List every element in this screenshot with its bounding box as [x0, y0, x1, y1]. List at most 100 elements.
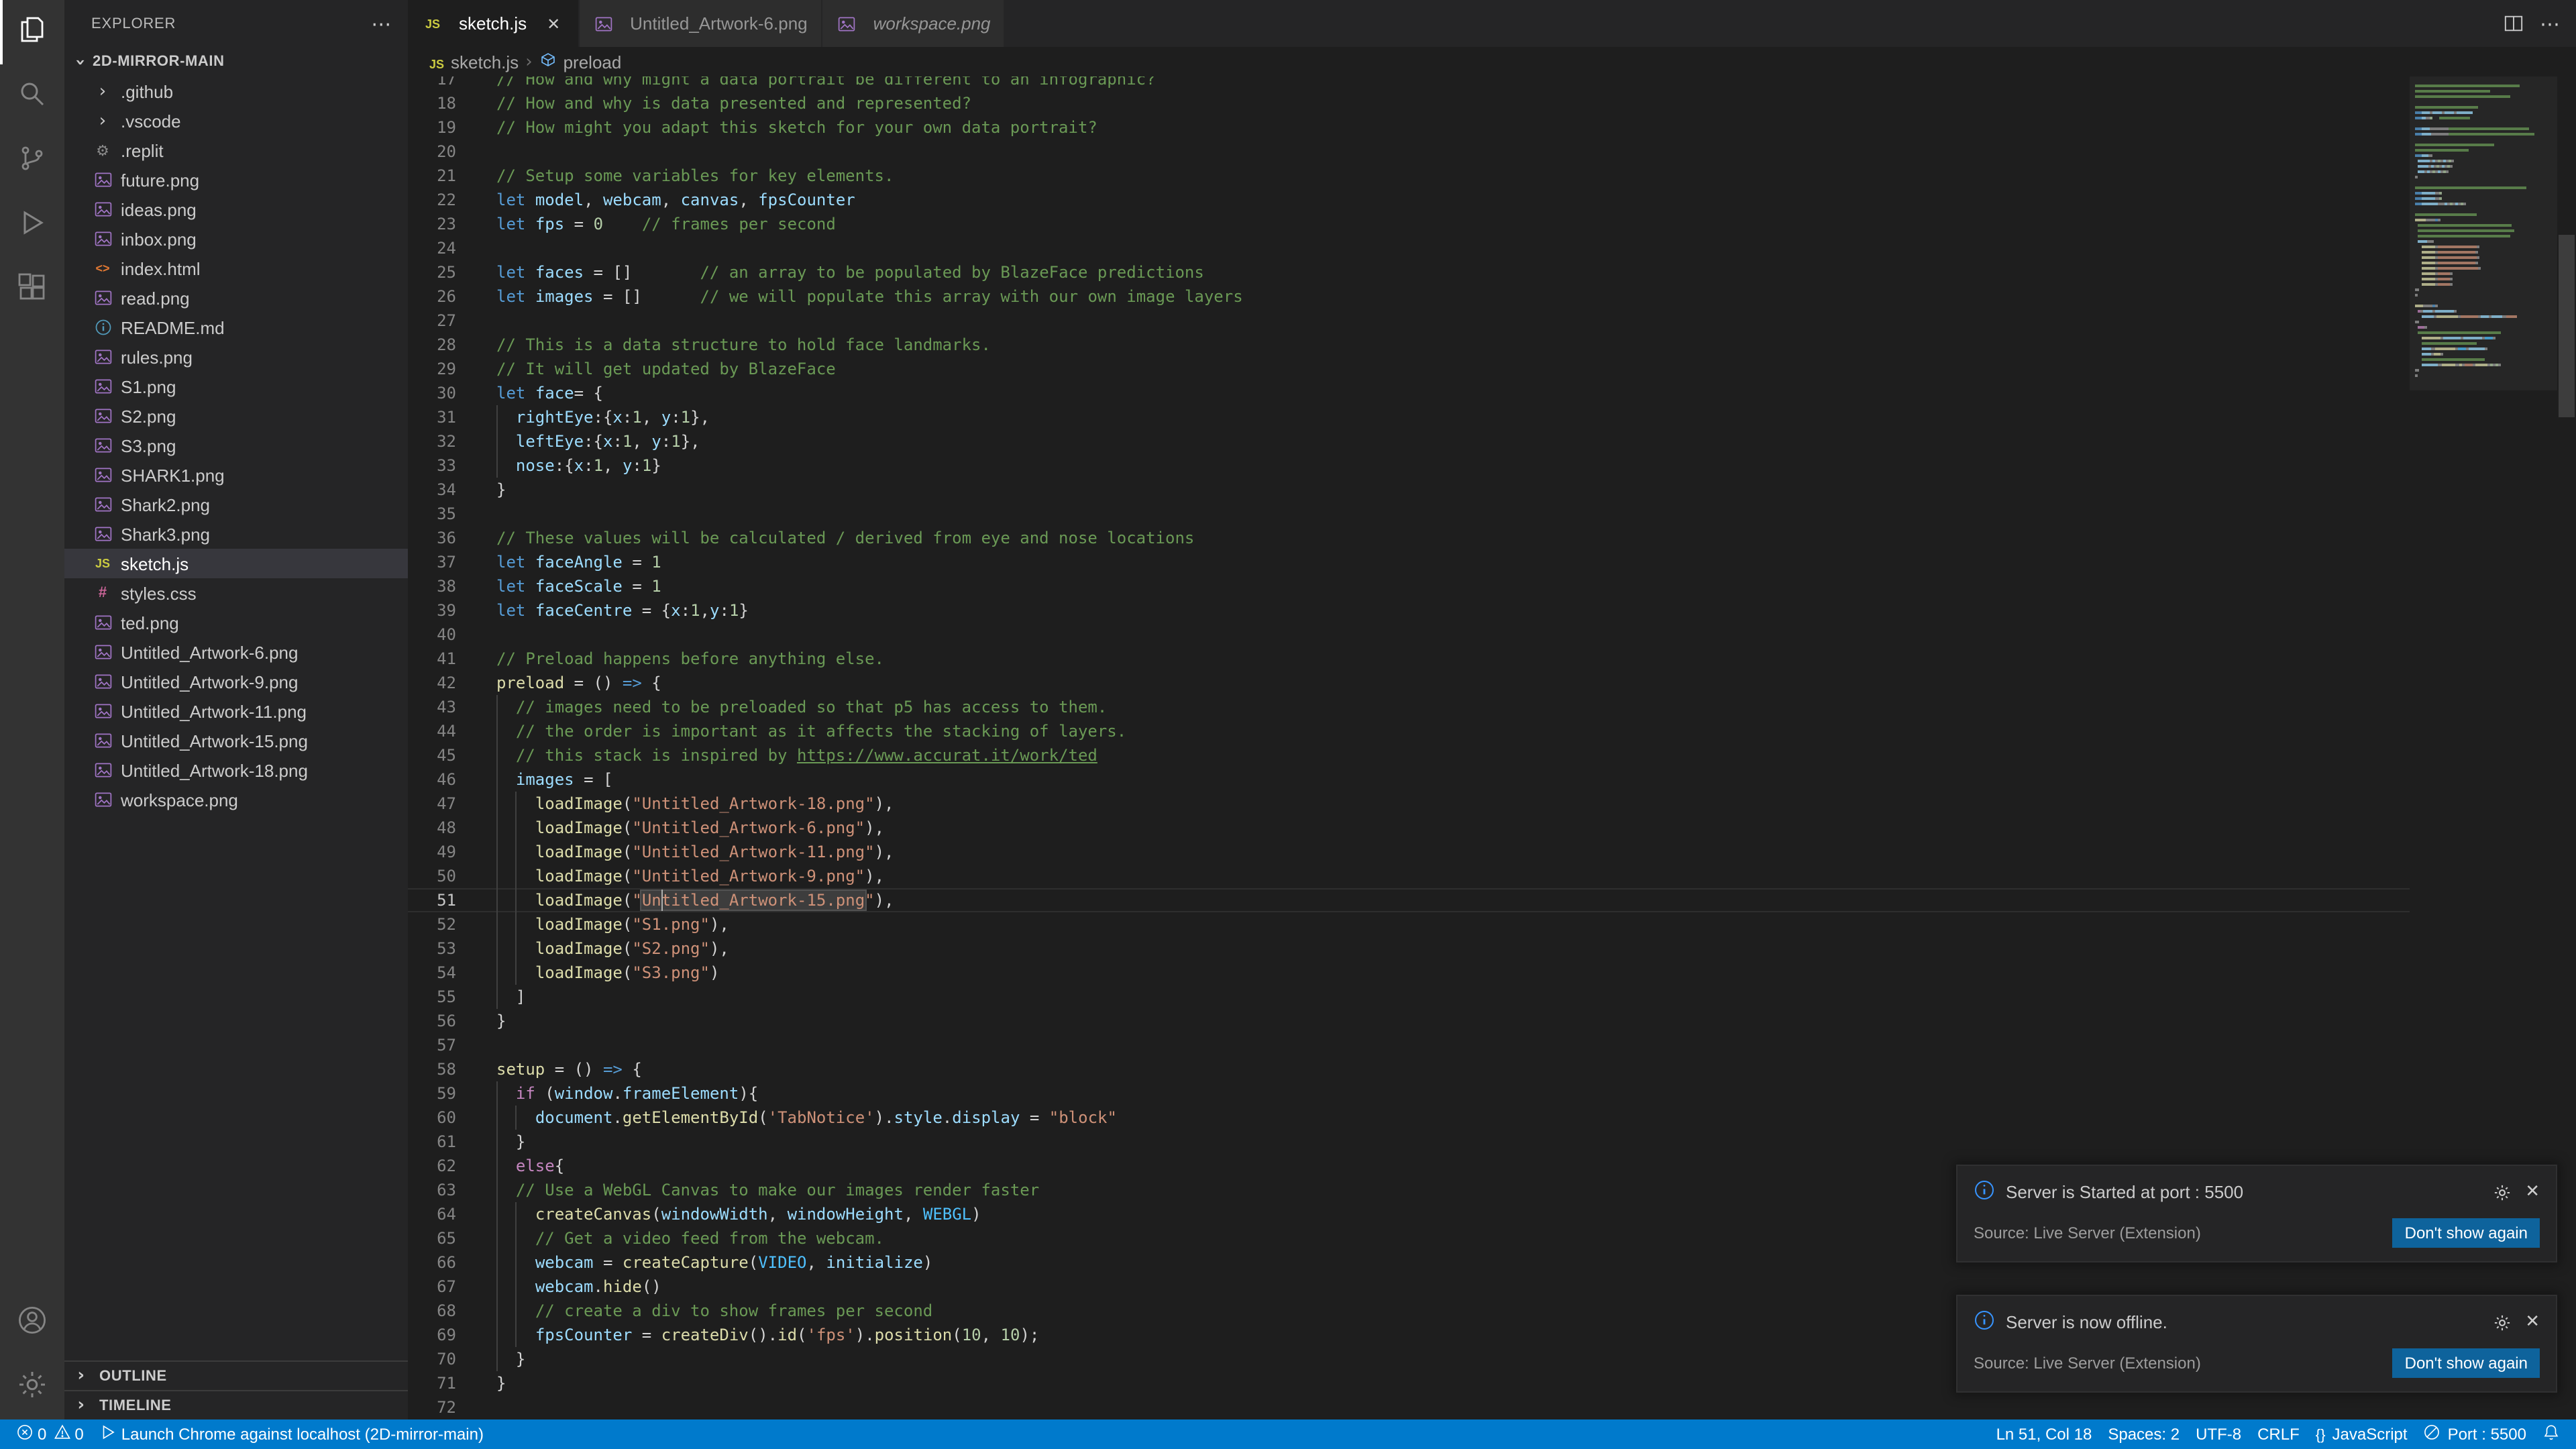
split-editor-icon[interactable] — [2504, 13, 2524, 34]
file-item[interactable]: future.png — [64, 165, 408, 195]
status-eol[interactable]: CRLF — [2249, 1419, 2308, 1449]
code-line[interactable]: 26let images = [] // we will populate th… — [408, 284, 2410, 309]
status-debug-launch[interactable]: Launch Chrome against localhost (2D-mirr… — [92, 1419, 492, 1449]
code-line[interactable]: 33 nose:{x:1, y:1} — [408, 453, 2410, 478]
line-number[interactable]: 64 — [408, 1202, 456, 1226]
line-number[interactable]: 54 — [408, 961, 456, 985]
line-number[interactable]: 26 — [408, 284, 456, 309]
file-item[interactable]: rules.png — [64, 342, 408, 372]
code-line[interactable]: 22let model, webcam, canvas, fpsCounter — [408, 188, 2410, 212]
code-line[interactable]: 27 — [408, 309, 2410, 333]
tab-Untitled_Artwork-6.png[interactable]: Untitled_Artwork-6.png — [579, 0, 822, 47]
line-number[interactable]: 66 — [408, 1250, 456, 1275]
close-icon[interactable]: ✕ — [543, 14, 564, 33]
line-number[interactable]: 55 — [408, 985, 456, 1009]
sidebar-section-timeline[interactable]: ›TIMELINE — [64, 1390, 408, 1419]
line-number[interactable]: 37 — [408, 550, 456, 574]
line-number[interactable]: 50 — [408, 864, 456, 888]
line-number[interactable]: 27 — [408, 309, 456, 333]
line-number[interactable]: 67 — [408, 1275, 456, 1299]
line-number[interactable]: 40 — [408, 623, 456, 647]
line-number[interactable]: 68 — [408, 1299, 456, 1323]
dont-show-again-button[interactable]: Don't show again — [2393, 1218, 2540, 1248]
editor-scrollbar[interactable] — [2557, 76, 2576, 1419]
line-number[interactable]: 71 — [408, 1371, 456, 1395]
line-number[interactable]: 39 — [408, 598, 456, 623]
file-item[interactable]: inbox.png — [64, 224, 408, 254]
file-item[interactable]: S3.png — [64, 431, 408, 460]
line-number[interactable]: 57 — [408, 1033, 456, 1057]
code-line[interactable]: 44 // the order is important as it affec… — [408, 719, 2410, 743]
line-number[interactable]: 38 — [408, 574, 456, 598]
line-number[interactable]: 43 — [408, 695, 456, 719]
line-number[interactable]: 42 — [408, 671, 456, 695]
dont-show-again-button[interactable]: Don't show again — [2393, 1348, 2540, 1378]
file-item[interactable]: S1.png — [64, 372, 408, 401]
gear-icon[interactable] — [2493, 1183, 2512, 1201]
line-number[interactable]: 17 — [408, 76, 456, 91]
file-item[interactable]: Untitled_Artwork-18.png — [64, 755, 408, 785]
code-line[interactable]: 20 — [408, 140, 2410, 164]
code-line[interactable]: 57 — [408, 1033, 2410, 1057]
code-line[interactable]: 30let face= { — [408, 381, 2410, 405]
line-number[interactable]: 24 — [408, 236, 456, 260]
line-number[interactable]: 69 — [408, 1323, 456, 1347]
code-line[interactable]: 38let faceScale = 1 — [408, 574, 2410, 598]
breadcrumb-file[interactable]: sketch.js — [451, 52, 519, 72]
scrollbar-thumb[interactable] — [2559, 235, 2575, 417]
line-number[interactable]: 47 — [408, 792, 456, 816]
gear-icon[interactable] — [2493, 1313, 2512, 1332]
file-item[interactable]: Untitled_Artwork-9.png — [64, 667, 408, 696]
close-icon[interactable]: ✕ — [2525, 1312, 2540, 1332]
more-actions-icon[interactable]: ⋯ — [2540, 11, 2560, 36]
line-number[interactable]: 29 — [408, 357, 456, 381]
activity-item-extensions[interactable] — [0, 258, 64, 322]
line-number[interactable]: 35 — [408, 502, 456, 526]
line-number[interactable]: 31 — [408, 405, 456, 429]
line-number[interactable]: 58 — [408, 1057, 456, 1081]
code-line[interactable]: 24 — [408, 236, 2410, 260]
activity-item-settings[interactable] — [0, 1355, 64, 1419]
workspace-root-folder[interactable]: › 2D-MIRROR-MAIN — [64, 47, 408, 76]
code-line[interactable]: 72 — [408, 1395, 2410, 1419]
code-line[interactable]: 48 loadImage("Untitled_Artwork-6.png"), — [408, 816, 2410, 840]
code-line[interactable]: 55 ] — [408, 985, 2410, 1009]
code-line[interactable]: 50 loadImage("Untitled_Artwork-9.png"), — [408, 864, 2410, 888]
code-line[interactable]: 17// How and why might a data portrait b… — [408, 76, 2410, 91]
file-item[interactable]: ted.png — [64, 608, 408, 637]
line-number[interactable]: 34 — [408, 478, 456, 502]
file-item[interactable]: workspace.png — [64, 785, 408, 814]
line-number[interactable]: 63 — [408, 1178, 456, 1202]
line-number[interactable]: 53 — [408, 936, 456, 961]
file-item[interactable]: Untitled_Artwork-6.png — [64, 637, 408, 667]
code-line[interactable]: 29// It will get updated by BlazeFace — [408, 357, 2410, 381]
file-item[interactable]: Untitled_Artwork-15.png — [64, 726, 408, 755]
code-line[interactable]: 61 } — [408, 1130, 2410, 1154]
file-item[interactable]: #styles.css — [64, 578, 408, 608]
code-line[interactable]: 51 loadImage("Untitled_Artwork-15.png"), — [408, 888, 2410, 912]
line-number[interactable]: 65 — [408, 1226, 456, 1250]
line-number[interactable]: 60 — [408, 1106, 456, 1130]
activity-item-source-control[interactable] — [0, 129, 64, 193]
status-encoding[interactable]: UTF-8 — [2188, 1419, 2249, 1449]
line-number[interactable]: 28 — [408, 333, 456, 357]
sidebar-section-outline[interactable]: ›OUTLINE — [64, 1360, 408, 1390]
status-notifications-bell[interactable] — [2534, 1419, 2568, 1449]
tab-workspace.png[interactable]: workspace.png — [822, 0, 1006, 47]
status-indentation[interactable]: Spaces: 2 — [2100, 1419, 2188, 1449]
folder-item[interactable]: ›.vscode — [64, 106, 408, 136]
line-number[interactable]: 30 — [408, 381, 456, 405]
code-line[interactable]: 39let faceCentre = {x:1,y:1} — [408, 598, 2410, 623]
activity-item-search[interactable] — [0, 64, 64, 129]
file-item[interactable]: Shark2.png — [64, 490, 408, 519]
tab-sketch.js[interactable]: JSsketch.js✕ — [408, 0, 579, 47]
folder-item[interactable]: ›.github — [64, 76, 408, 106]
line-number[interactable]: 51 — [408, 888, 456, 912]
code-line[interactable]: 19// How might you adapt this sketch for… — [408, 115, 2410, 140]
line-number[interactable]: 19 — [408, 115, 456, 140]
code-line[interactable]: 60 document.getElementById('TabNotice').… — [408, 1106, 2410, 1130]
code-line[interactable]: 35 — [408, 502, 2410, 526]
code-line[interactable]: 32 leftEye:{x:1, y:1}, — [408, 429, 2410, 453]
line-number[interactable]: 41 — [408, 647, 456, 671]
code-line[interactable]: 23let fps = 0 // frames per second — [408, 212, 2410, 236]
